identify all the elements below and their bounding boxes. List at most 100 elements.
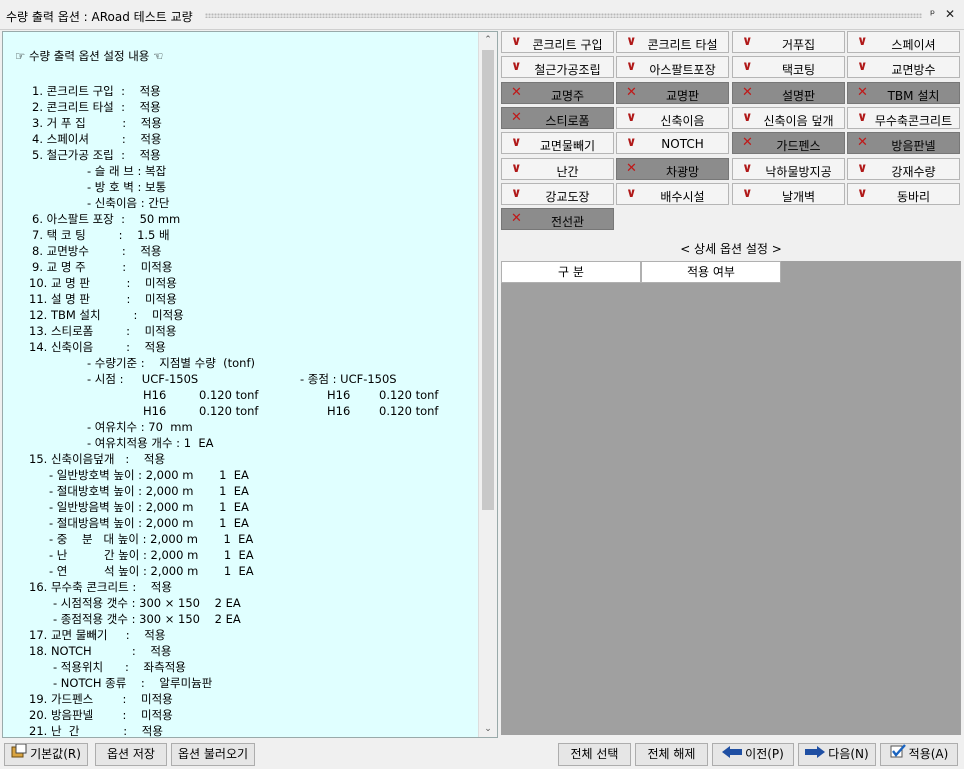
check-icon: ∨ xyxy=(857,34,868,49)
option-button[interactable]: ✕ 방음판넬 xyxy=(847,132,960,155)
option-button[interactable]: ∨ 택코팅 xyxy=(732,56,845,79)
option-label: 신축이음 xyxy=(660,113,705,128)
option-label: 거푸집 xyxy=(781,38,816,52)
default-icon xyxy=(11,743,27,765)
option-label: 설명판 xyxy=(781,88,816,103)
summary-line: H16 xyxy=(327,404,351,418)
cross-icon: ✕ xyxy=(511,109,522,125)
next-button[interactable]: 다음(N) xyxy=(798,743,876,766)
option-button[interactable]: ✕ 가드펜스 xyxy=(732,132,845,155)
close-icon[interactable]: ✕ xyxy=(945,7,955,21)
check-icon: ∨ xyxy=(857,160,868,176)
deselect-all-button[interactable]: 전체 해제 xyxy=(635,743,708,766)
option-button[interactable]: ∨ 거푸집 xyxy=(732,31,845,53)
next-button-label: 다음(N) xyxy=(828,747,869,761)
option-button[interactable]: ∨ 교면방수 xyxy=(847,56,960,79)
detail-options-grid[interactable]: 구 분 적용 여부 xyxy=(501,261,961,735)
option-button[interactable]: ∨ 신축이음 xyxy=(616,106,729,129)
option-label: 신축이음 덮개 xyxy=(763,113,834,128)
option-label: 방음판넬 xyxy=(891,139,936,154)
option-button[interactable]: ✕ 교명판 xyxy=(616,81,729,104)
summary-line: 13. 스티로폼 : 미적용 xyxy=(29,324,177,338)
cross-icon: ✕ xyxy=(857,135,868,151)
option-button[interactable]: ∨ 난간 xyxy=(501,157,614,180)
option-button[interactable]: ∨ 콘크리트 구입 xyxy=(501,31,614,53)
cross-icon: ✕ xyxy=(742,84,753,100)
option-label: 택코팅 xyxy=(781,63,816,78)
option-button[interactable]: ∨ 신축이음 덮개 xyxy=(732,106,845,129)
select-all-button[interactable]: 전체 선택 xyxy=(558,743,631,766)
apply-button[interactable]: 적용(A) xyxy=(880,743,958,766)
option-label: 철근가공조립 xyxy=(534,63,601,78)
summary-line: - 시점적용 갯수 : 300 × 150 2 EA xyxy=(53,596,241,610)
save-options-button[interactable]: 옵션 저장 xyxy=(95,743,167,766)
title-bar: 수량 출력 옵션 : ARoad 테스트 교량 ᵖ ✕ xyxy=(0,0,964,30)
option-label: 난간 xyxy=(556,164,579,179)
option-label: 차광망 xyxy=(665,164,700,179)
summary-line: 5. 철근가공 조립 : 적용 xyxy=(32,148,161,162)
summary-line: 11. 설 명 판 : 미적용 xyxy=(29,292,177,306)
summary-line: - 일반방음벽 높이 : 2,000 m 1 EA xyxy=(49,500,249,514)
option-button[interactable]: ✕ 전선관 xyxy=(501,208,614,231)
summary-scrollbar[interactable]: ⌃ ⌄ xyxy=(478,32,497,737)
option-button[interactable]: ∨ 낙하물방지공 xyxy=(732,157,845,180)
cross-icon: ✕ xyxy=(511,211,522,227)
check-icon: ∨ xyxy=(742,34,753,49)
option-button[interactable]: ∨ 강교도장 xyxy=(501,182,614,205)
option-label: 날개벽 xyxy=(781,189,816,204)
cross-icon: ✕ xyxy=(857,84,868,100)
scroll-thumb[interactable] xyxy=(482,50,494,510)
load-options-button[interactable]: 옵션 불러오기 xyxy=(171,743,255,766)
option-label: 무수축콘크리트 xyxy=(874,113,953,128)
check-icon: ∨ xyxy=(626,135,637,151)
option-label: 콘크리트 타설 xyxy=(647,38,718,52)
check-icon: ∨ xyxy=(511,160,522,176)
summary-line: - 슬 래 브 : 복잡 xyxy=(87,164,167,178)
check-icon: ∨ xyxy=(511,185,522,201)
option-button[interactable]: ∨ NOTCH xyxy=(616,132,729,155)
check-icon: ∨ xyxy=(742,109,753,125)
summary-line: 0.120 tonf xyxy=(379,404,439,418)
summary-line: - 절대방호벽 높이 : 2,000 m 1 EA xyxy=(49,484,249,498)
option-button[interactable]: ✕ TBM 설치 xyxy=(847,81,960,104)
summary-line: 21. 난 간 : 적용 xyxy=(29,724,163,738)
option-button[interactable]: ∨ 철근가공조립 xyxy=(501,56,614,79)
option-label: NOTCH xyxy=(661,137,704,152)
option-button[interactable]: ✕ 스티로폼 xyxy=(501,106,614,129)
summary-line: - 절대방음벽 높이 : 2,000 m 1 EA xyxy=(49,516,249,530)
summary-line: - 신축이음 : 간단 xyxy=(87,196,170,210)
option-button[interactable]: ∨ 날개벽 xyxy=(732,182,845,205)
arrow-left-icon xyxy=(722,744,743,765)
scroll-up-icon[interactable]: ⌃ xyxy=(479,32,497,48)
check-icon: ∨ xyxy=(742,59,753,75)
option-button[interactable]: ∨ 콘크리트 타설 xyxy=(616,31,729,53)
default-button[interactable]: 기본값(R) xyxy=(4,743,88,766)
option-button[interactable]: ∨ 교면물빼기 xyxy=(501,132,614,155)
option-label: 배수시설 xyxy=(660,189,705,204)
option-label: 낙하물방지공 xyxy=(765,164,832,179)
option-button[interactable]: ∨ 무수축콘크리트 xyxy=(847,106,960,129)
option-button[interactable]: ∨ 아스팔트포장 xyxy=(616,56,729,79)
summary-line: - 방 호 벽 : 보통 xyxy=(87,180,167,194)
option-button[interactable]: ∨ 배수시설 xyxy=(616,182,729,205)
check-icon: ∨ xyxy=(511,34,522,49)
summary-line: - NOTCH 종류 : 알루미늄판 xyxy=(53,676,213,690)
summary-line: - 여유치적용 개수 : 1 EA xyxy=(87,436,214,450)
scroll-down-icon[interactable]: ⌄ xyxy=(479,721,497,737)
summary-line: - 수량기준 : 지점별 수량 (tonf) xyxy=(87,356,255,370)
cross-icon: ✕ xyxy=(511,84,522,100)
option-button[interactable]: ∨ 동바리 xyxy=(847,182,960,205)
option-button[interactable]: ✕ 교명주 xyxy=(501,81,614,104)
option-button[interactable]: ∨ 스페이셔 xyxy=(847,31,960,53)
pin-icon[interactable]: ᵖ xyxy=(930,7,935,21)
option-button[interactable]: ∨ 강재수량 xyxy=(847,157,960,180)
option-label: 가드펜스 xyxy=(776,139,821,154)
default-button-label: 기본값(R) xyxy=(30,747,81,761)
cross-icon: ✕ xyxy=(626,160,637,176)
check-icon: ∨ xyxy=(511,135,522,151)
summary-line: 15. 신축이음덮개 : 적용 xyxy=(29,452,166,466)
option-button[interactable]: ✕ 차광망 xyxy=(616,157,729,180)
summary-line: 19. 가드펜스 : 미적용 xyxy=(29,692,173,706)
prev-button[interactable]: 이전(P) xyxy=(712,743,794,766)
option-button[interactable]: ✕ 설명판 xyxy=(732,81,845,104)
